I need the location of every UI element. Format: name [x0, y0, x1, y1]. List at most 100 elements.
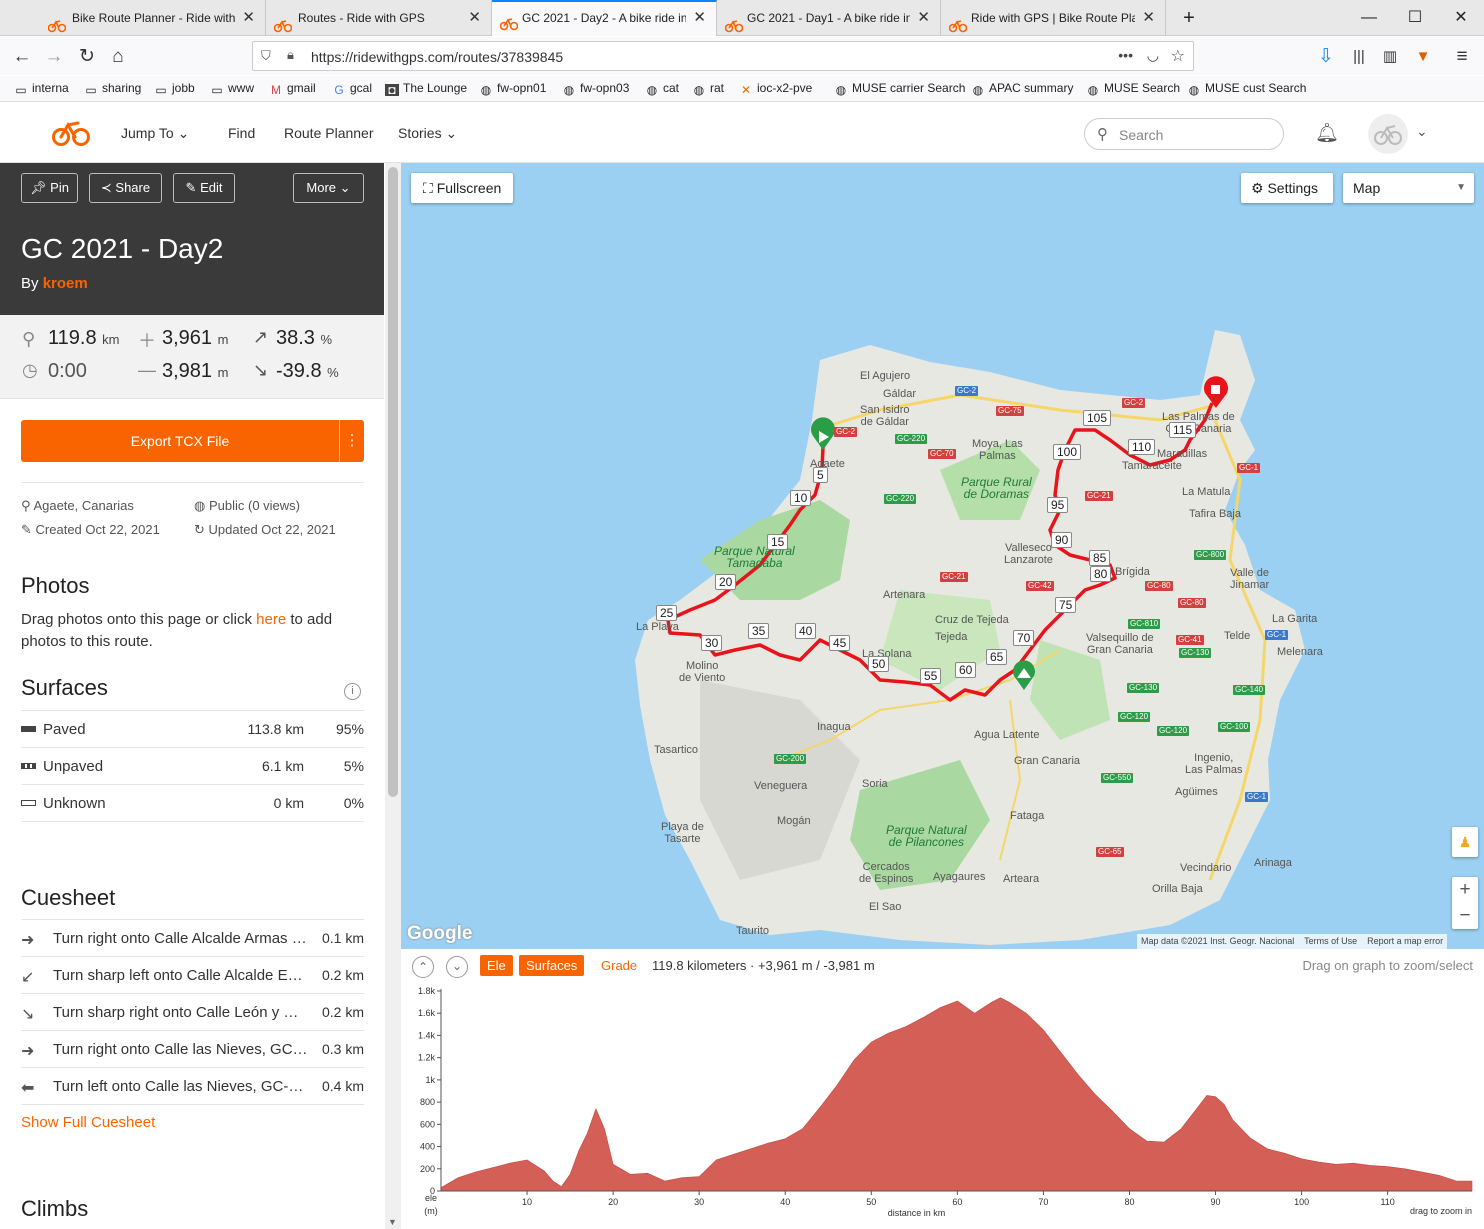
close-tab-icon[interactable]: ✕ — [917, 0, 930, 36]
close-tab-icon[interactable]: ✕ — [1142, 0, 1155, 36]
bookmark-muse-carrier-search[interactable]: ◍ MUSE carrier Search — [834, 81, 966, 96]
bookmark-ioc-x2-pve[interactable]: ✕ ioc-x2-pve — [739, 81, 812, 96]
collapse-up-icon[interactable]: ⌃ — [412, 956, 434, 978]
tab-gc2021-day2[interactable]: GC 2021 - Day2 - A bike ride in Agaete ✕ — [492, 0, 717, 36]
address-bar[interactable]: ⛉ 🔒︎ https://ridewithgps.com/routes/3783… — [252, 41, 1194, 71]
bookmark-cat[interactable]: ◍ cat — [645, 81, 679, 96]
export-tcx-button[interactable]: Export TCX File ⋮ — [21, 420, 364, 462]
back-arrow-icon[interactable]: ← — [8, 43, 36, 71]
bookmark-gmail[interactable]: Mgmail — [269, 81, 316, 96]
km-marker[interactable]: 80 — [1090, 566, 1112, 582]
tab-bike-route-planner[interactable]: Bike Route Planner - Ride with GPS ✕ — [0, 0, 266, 36]
bookmark-interna[interactable]: ▭ interna — [14, 81, 68, 96]
export-options-icon[interactable]: ⋮ — [340, 431, 364, 449]
share-button[interactable]: ≺ Share — [89, 173, 162, 203]
forward-arrow-icon[interactable]: → — [40, 43, 68, 71]
km-marker[interactable]: 110 — [1128, 439, 1156, 455]
km-marker[interactable]: 30 — [701, 635, 723, 651]
km-marker[interactable]: 5 — [813, 467, 828, 483]
terms-link[interactable]: Terms of Use — [1304, 936, 1357, 946]
ridewithgps-logo-icon[interactable] — [52, 119, 90, 150]
bell-icon[interactable]: 🔔︎ — [1315, 121, 1339, 145]
chevron-down-icon[interactable]: ⌄ — [1416, 123, 1428, 140]
zoom-out-button[interactable]: − — [1452, 903, 1478, 929]
route-planner-link[interactable]: Route Planner — [284, 125, 374, 141]
cue-row[interactable]: ↘ Turn sharp right onto Calle León y Cas… — [21, 994, 364, 1031]
extension-icon[interactable]: ▼ — [1409, 43, 1437, 71]
street-view-pegman-icon[interactable]: ♟ — [1452, 827, 1478, 857]
more-button[interactable]: More ⌄ — [293, 173, 364, 203]
cue-row[interactable]: ↙ Turn sharp left onto Calle Alcalde Edu… — [21, 957, 364, 994]
surfaces-tab[interactable]: Surfaces — [519, 955, 585, 976]
ele-tab[interactable]: Ele — [480, 955, 513, 976]
bookmark-muse-search[interactable]: ◍ MUSE Search — [1086, 81, 1180, 96]
scrollbar-thumb[interactable] — [388, 167, 398, 797]
fullscreen-button[interactable]: ⛶ Fullscreen — [411, 173, 513, 203]
expand-down-icon[interactable]: ⌄ — [446, 956, 468, 978]
km-marker[interactable]: 115 — [1169, 422, 1197, 438]
km-marker[interactable]: 60 — [955, 662, 977, 678]
sidebar-scrollbar[interactable]: ▼ — [385, 163, 401, 1229]
bookmark-sharing[interactable]: ▭ sharing — [84, 81, 141, 96]
close-tab-icon[interactable]: ✕ — [468, 0, 481, 36]
elevation-chart[interactable]: 02004006008001k1.2k1.4k1.6k1.8k10 20 30 40 5… — [401, 979, 1484, 1229]
bookmark-star-icon[interactable]: ☆ — [1171, 46, 1185, 66]
map-settings-button[interactable]: ⚙ Settings — [1241, 173, 1333, 203]
download-icon[interactable]: ⇩ — [1312, 43, 1340, 71]
cue-row[interactable]: ⬅ Turn left onto Calle las Nieves, GC-20… — [21, 1068, 364, 1105]
home-icon[interactable]: ⌂ — [104, 43, 132, 71]
bookmark-www[interactable]: ▭ www — [210, 81, 254, 96]
author-link[interactable]: kroem — [43, 275, 88, 292]
close-tab-icon[interactable]: ✕ — [693, 2, 706, 34]
show-full-cuesheet-link[interactable]: Show Full Cuesheet — [21, 1114, 155, 1131]
maximize-button[interactable]: ☐ — [1392, 0, 1438, 36]
sidebar-icon[interactable]: ▥ — [1376, 43, 1404, 71]
bookmark-rat[interactable]: ◍ rat — [692, 81, 724, 96]
km-marker[interactable]: 10 — [790, 490, 812, 506]
km-marker[interactable]: 100 — [1053, 444, 1082, 460]
bookmark-jobb[interactable]: ▭ jobb — [154, 81, 194, 96]
info-icon[interactable]: i — [344, 683, 361, 700]
km-marker[interactable]: 35 — [748, 623, 770, 639]
km-marker[interactable]: 55 — [920, 668, 942, 684]
bookmark-fw-opn03[interactable]: ◍ fw-opn03 — [562, 81, 630, 96]
tab-routes[interactable]: Routes - Ride with GPS ✕ — [266, 0, 492, 36]
map-type-select[interactable]: Map ▼ — [1343, 173, 1474, 203]
zoom-in-button[interactable]: + — [1452, 877, 1478, 903]
route-map[interactable]: El Agujero Gáldar San Isidro de Gáldar Moya,… — [401, 163, 1484, 949]
tab-ride-with-gps[interactable]: Ride with GPS | Bike Route Planner ✕ — [941, 0, 1166, 36]
pocket-icon[interactable]: ◡ — [1147, 47, 1159, 64]
new-tab-button[interactable]: + — [1166, 0, 1212, 36]
km-marker[interactable]: 95 — [1047, 497, 1069, 513]
km-marker[interactable]: 50 — [868, 656, 890, 672]
shield-icon[interactable]: ⛉ — [261, 48, 271, 64]
km-marker[interactable]: 70 — [1013, 630, 1035, 646]
km-marker[interactable]: 40 — [795, 623, 817, 639]
bookmark-apac-summary[interactable]: ◍ APAC summary — [971, 81, 1074, 96]
km-marker[interactable]: 90 — [1051, 532, 1073, 548]
minimize-button[interactable]: — — [1346, 0, 1392, 36]
km-marker[interactable]: 15 — [767, 534, 789, 550]
km-marker[interactable]: 20 — [715, 574, 737, 590]
report-error-link[interactable]: Report a map error — [1367, 936, 1443, 946]
scroll-down-icon[interactable]: ▼ — [388, 1217, 397, 1227]
library-icon[interactable]: ||| — [1345, 43, 1373, 71]
km-marker[interactable]: 25 — [656, 605, 678, 621]
find-link[interactable]: Find — [228, 125, 255, 141]
km-marker[interactable]: 75 — [1055, 597, 1077, 613]
km-marker[interactable]: 65 — [986, 649, 1008, 665]
bookmark-gcal[interactable]: Ggcal — [332, 81, 372, 96]
page-actions-icon[interactable]: ••• — [1118, 47, 1133, 63]
reload-icon[interactable]: ↻ — [73, 43, 101, 71]
jump-to-menu[interactable]: Jump To ⌄ — [121, 125, 189, 142]
bookmark-muse-cust-search[interactable]: ◍ MUSE cust Search — [1187, 81, 1307, 96]
edit-button[interactable]: ✎ Edit — [173, 173, 235, 203]
close-tab-icon[interactable]: ✕ — [242, 0, 255, 36]
cue-row[interactable]: ➜ Turn right onto Calle las Nieves, GC-2… — [21, 1031, 364, 1068]
bookmark-fw-opn01[interactable]: ◍ fw-opn01 — [479, 81, 547, 96]
close-window-button[interactable]: ✕ — [1438, 0, 1484, 36]
search-input[interactable]: ⚲ Search — [1084, 118, 1284, 150]
menu-icon[interactable]: ≡ — [1448, 43, 1476, 71]
cue-row[interactable]: ➜ Turn right onto Calle Alcalde Armas Go… — [21, 920, 364, 957]
lock-icon[interactable]: 🔒︎ — [287, 47, 294, 63]
